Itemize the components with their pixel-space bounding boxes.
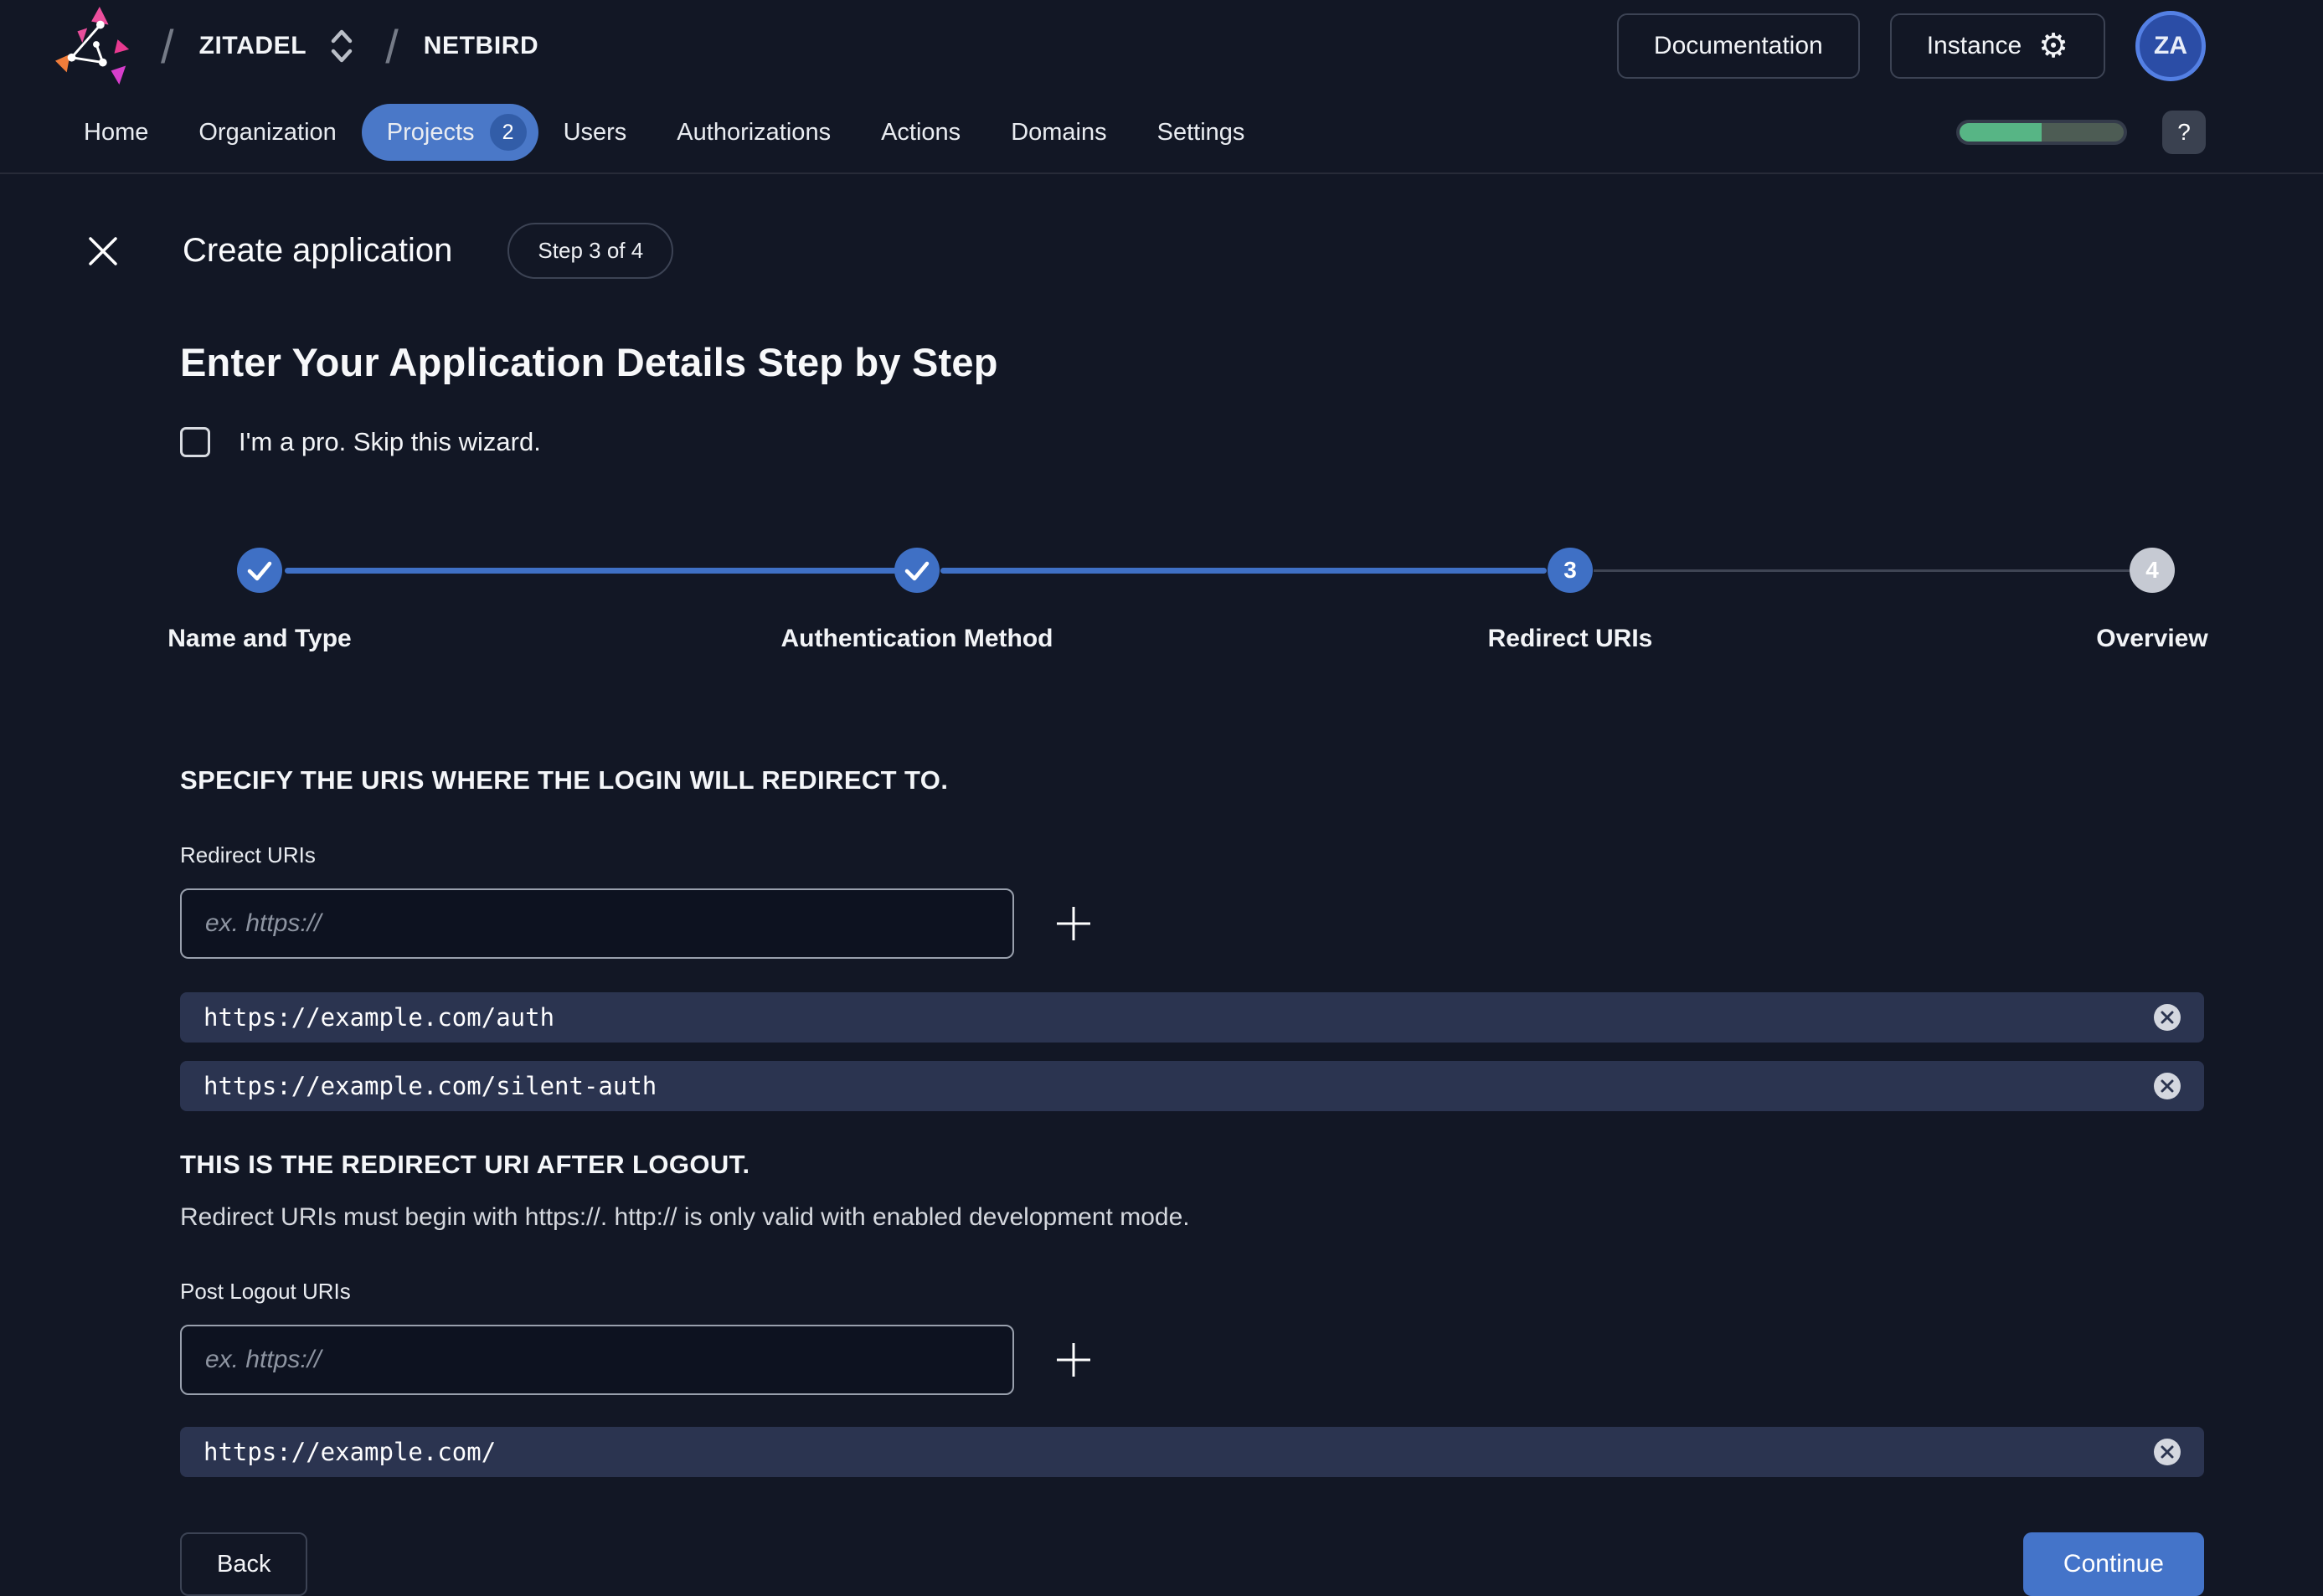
stepper-line-1 bbox=[285, 568, 907, 574]
post-logout-uris-label: Post Logout URIs bbox=[180, 1279, 2204, 1305]
add-redirect-uri-button[interactable] bbox=[1053, 903, 1095, 945]
logout-section-heading: THIS IS THE REDIRECT URI AFTER LOGOUT. bbox=[180, 1150, 2204, 1180]
close-button[interactable] bbox=[82, 230, 124, 272]
instance-button-label: Instance bbox=[1927, 32, 2022, 60]
remove-icon bbox=[2161, 1445, 2174, 1459]
app-header: / ZITADEL / NETBIRD Documentation Instan… bbox=[0, 0, 2323, 92]
wizard-stepper: 3 4 Name and Type Authentication Method … bbox=[180, 548, 2204, 695]
page-title: Create application bbox=[183, 232, 452, 270]
nav-tab-projects-label: Projects bbox=[387, 119, 475, 147]
breadcrumb-org[interactable]: ZITADEL bbox=[199, 32, 307, 60]
redirect-section-heading: SPECIFY THE URIS WHERE THE LOGIN WILL RE… bbox=[180, 765, 2204, 795]
step-4-number: 4 bbox=[2145, 557, 2159, 584]
skip-wizard-row[interactable]: I'm a pro. Skip this wizard. bbox=[180, 427, 2204, 457]
post-logout-uri-input-row bbox=[180, 1325, 2204, 1395]
post-logout-uri-list: https://example.com/ bbox=[180, 1427, 2204, 1477]
continue-button[interactable]: Continue bbox=[2023, 1532, 2204, 1596]
breadcrumb-project[interactable]: NETBIRD bbox=[424, 32, 539, 60]
nav-tab-home[interactable]: Home bbox=[59, 106, 173, 160]
step-2-label: Authentication Method bbox=[699, 625, 1135, 653]
wizard-content: Enter Your Application Details Step by S… bbox=[0, 339, 2323, 1596]
documentation-button[interactable]: Documentation bbox=[1617, 13, 1860, 79]
step-3-label: Redirect URIs bbox=[1352, 625, 1788, 653]
redirect-uri-value: https://example.com/auth bbox=[203, 1003, 554, 1032]
redirect-uri-list: https://example.com/auth https://example… bbox=[180, 992, 2204, 1111]
redirect-uri-chip: https://example.com/silent-auth bbox=[180, 1061, 2204, 1111]
step-2-circle[interactable] bbox=[894, 548, 940, 593]
nav-tab-settings[interactable]: Settings bbox=[1132, 106, 1270, 160]
redirect-uri-input[interactable] bbox=[180, 888, 1014, 959]
redirect-uri-value: https://example.com/silent-auth bbox=[203, 1072, 657, 1100]
wizard-heading: Enter Your Application Details Step by S… bbox=[180, 339, 2204, 385]
back-button[interactable]: Back bbox=[180, 1532, 307, 1596]
remove-uri-button[interactable] bbox=[2154, 1004, 2181, 1031]
post-logout-uri-input[interactable] bbox=[180, 1325, 1014, 1395]
zitadel-logo-icon[interactable] bbox=[54, 7, 136, 85]
check-icon bbox=[894, 548, 940, 593]
step-3-circle[interactable]: 3 bbox=[1548, 548, 1593, 593]
wizard-actions: Back Continue bbox=[180, 1532, 2204, 1596]
breadcrumb-separator: / bbox=[385, 19, 399, 74]
progress-fill bbox=[1960, 123, 2042, 142]
post-logout-uri-chip: https://example.com/ bbox=[180, 1427, 2204, 1477]
redirect-uri-chip: https://example.com/auth bbox=[180, 992, 2204, 1043]
skip-wizard-label: I'm a pro. Skip this wizard. bbox=[239, 427, 541, 457]
avatar[interactable]: ZA bbox=[2135, 11, 2206, 81]
remove-uri-button[interactable] bbox=[2154, 1439, 2181, 1465]
progress-bar bbox=[1956, 120, 2127, 145]
header-actions: Documentation Instance ⚙ ZA bbox=[1617, 11, 2206, 81]
avatar-initials: ZA bbox=[2154, 32, 2187, 60]
org-switcher-icon[interactable] bbox=[328, 27, 355, 65]
logout-section-description: Redirect URIs must begin with https://. … bbox=[180, 1203, 2204, 1232]
documentation-button-label: Documentation bbox=[1654, 32, 1823, 60]
nav-tab-organization[interactable]: Organization bbox=[173, 106, 361, 160]
step-1-circle[interactable] bbox=[237, 548, 282, 593]
gear-icon: ⚙ bbox=[2038, 29, 2068, 63]
redirect-uri-input-row bbox=[180, 888, 2204, 959]
nav-tab-projects[interactable]: Projects 2 bbox=[362, 104, 538, 161]
redirect-uris-label: Redirect URIs bbox=[180, 842, 2204, 868]
check-icon bbox=[237, 548, 282, 593]
add-post-logout-uri-button[interactable] bbox=[1053, 1339, 1095, 1381]
close-icon bbox=[85, 234, 121, 269]
step-3-number: 3 bbox=[1563, 557, 1577, 584]
step-4-circle[interactable]: 4 bbox=[2130, 548, 2175, 593]
remove-uri-button[interactable] bbox=[2154, 1073, 2181, 1099]
help-button[interactable]: ? bbox=[2162, 111, 2206, 154]
nav-tab-actions[interactable]: Actions bbox=[856, 106, 986, 160]
breadcrumb-separator: / bbox=[161, 19, 174, 74]
main-nav: Home Organization Projects 2 Users Autho… bbox=[0, 92, 2323, 174]
step-4-label: Overview bbox=[1934, 625, 2323, 653]
stepper-line-3 bbox=[1594, 569, 2130, 572]
remove-icon bbox=[2161, 1011, 2174, 1024]
post-logout-uri-value: https://example.com/ bbox=[203, 1438, 496, 1466]
plus-icon bbox=[1054, 1341, 1093, 1379]
nav-right: ? bbox=[1956, 111, 2206, 154]
nav-tab-domains[interactable]: Domains bbox=[986, 106, 1131, 160]
nav-tab-users[interactable]: Users bbox=[538, 106, 652, 160]
plus-icon bbox=[1054, 904, 1093, 943]
projects-count-badge: 2 bbox=[490, 114, 527, 151]
nav-tab-authorizations[interactable]: Authorizations bbox=[652, 106, 856, 160]
skip-wizard-checkbox[interactable] bbox=[180, 427, 210, 457]
instance-button[interactable]: Instance ⚙ bbox=[1890, 13, 2105, 79]
remove-icon bbox=[2161, 1079, 2174, 1093]
wizard-header: Create application Step 3 of 4 bbox=[0, 174, 2323, 279]
step-1-label: Name and Type bbox=[42, 625, 477, 653]
step-badge: Step 3 of 4 bbox=[507, 223, 673, 279]
stepper-line-2 bbox=[940, 568, 1547, 574]
